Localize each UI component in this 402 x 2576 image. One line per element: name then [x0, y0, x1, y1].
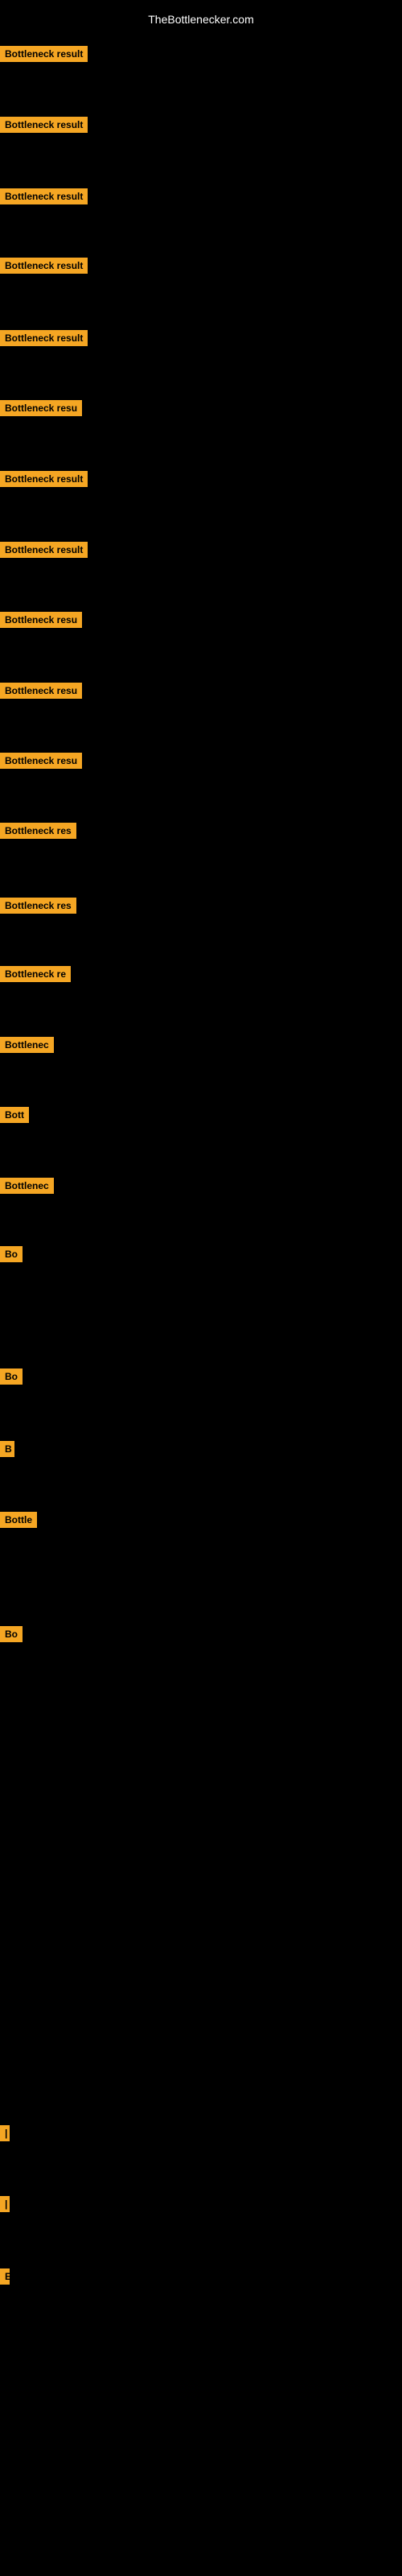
bottleneck-badge: Bottleneck result [0, 258, 88, 274]
bottleneck-badge: Bottleneck result [0, 542, 88, 558]
bottleneck-badge: Bottleneck res [0, 898, 76, 914]
bottleneck-badge: Bo [0, 1246, 23, 1262]
bottleneck-badge: Bottleneck result [0, 471, 88, 487]
site-title: TheBottlenecker.com [0, 6, 402, 32]
bottleneck-badge: Bott [0, 1107, 29, 1123]
bottleneck-badge: Bottleneck result [0, 46, 88, 62]
bottleneck-badge: Bottleneck result [0, 330, 88, 346]
bottleneck-badge: Bottlenec [0, 1178, 54, 1194]
bottleneck-badge: | [0, 2125, 10, 2141]
bottleneck-badge: Bottleneck re [0, 966, 71, 982]
bottleneck-badge: Bottle [0, 1512, 37, 1528]
bottleneck-badge: Bottleneck resu [0, 612, 82, 628]
bottleneck-badge: Bottleneck res [0, 823, 76, 839]
bottleneck-badge: Bottlenec [0, 1037, 54, 1053]
bottleneck-badge: Bottleneck resu [0, 753, 82, 769]
bottleneck-badge: | [0, 2196, 10, 2212]
bottleneck-badge: B [0, 1441, 14, 1457]
bottleneck-badge: Bo [0, 1368, 23, 1385]
bottleneck-badge: Bottleneck resu [0, 683, 82, 699]
bottleneck-badge: E [0, 2268, 10, 2285]
bottleneck-badge: Bottleneck result [0, 117, 88, 133]
bottleneck-badge: Bottleneck result [0, 188, 88, 204]
bottleneck-badge: Bottleneck resu [0, 400, 82, 416]
bottleneck-badge: Bo [0, 1626, 23, 1642]
